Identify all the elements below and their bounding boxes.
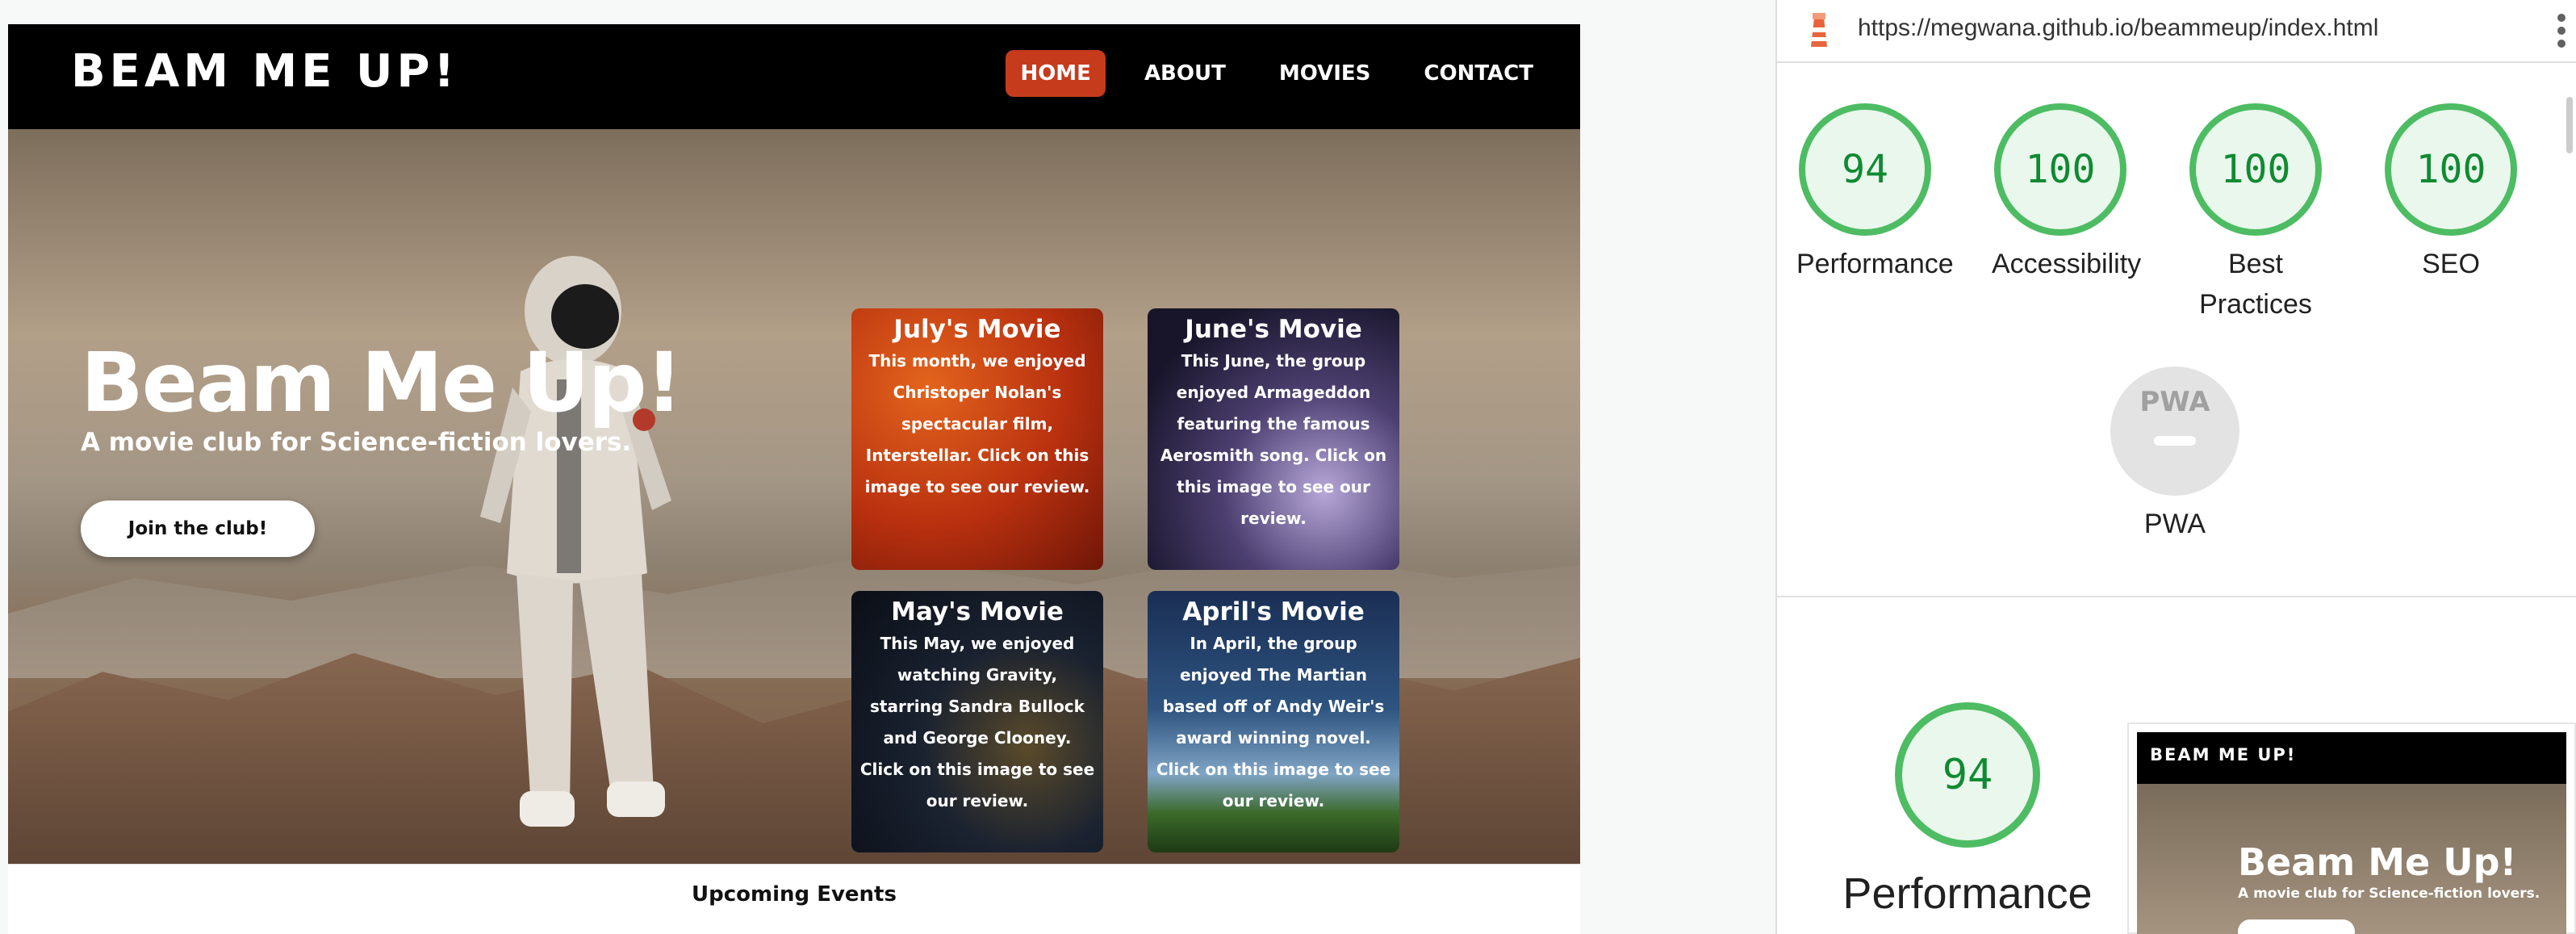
thumb-title: Beam Me Up! [2238, 840, 2517, 884]
panel-scrollbar[interactable] [2566, 97, 2573, 153]
score-pwa[interactable]: PWA PWA [2106, 366, 2244, 544]
card-title: April's Movie [1182, 597, 1365, 626]
join-club-button[interactable]: Join the club! [81, 501, 315, 557]
score-gauge: 100 [1994, 103, 2126, 236]
card-title: July's Movie [893, 315, 1061, 344]
performance-detail-score: 94 Performance [1830, 702, 2105, 919]
score-gauge: 94 [1799, 103, 1931, 236]
nav-about[interactable]: ABOUT [1130, 50, 1240, 97]
card-text: This month, we enjoyed Christoper Nolan'… [864, 351, 1090, 496]
card-title: May's Movie [891, 597, 1064, 626]
score-performance[interactable]: 94 Performance [1796, 103, 1954, 284]
final-screenshot-thumbnail[interactable]: BEAM ME UP! Beam Me Up! A movie club for… [2127, 722, 2576, 934]
thumb-button [2238, 919, 2355, 934]
score-gauge: 100 [2385, 103, 2517, 236]
nav-movies[interactable]: MOVIES [1265, 50, 1386, 97]
upcoming-events-heading: Upcoming Events [8, 864, 1580, 934]
site-brand-logo[interactable]: BEAM ME UP! [71, 45, 458, 98]
score-label: Accessibility [1992, 249, 2142, 279]
thumb-hero: Beam Me Up! A movie club for Science-fic… [2137, 784, 2566, 934]
nav-home[interactable]: HOME [1006, 50, 1106, 97]
thumb-subtitle: A movie club for Science-fiction lovers. [2238, 886, 2540, 902]
performance-heading: Performance [1842, 869, 2093, 918]
score-best-practices[interactable]: 100 Best Practices [2187, 103, 2324, 325]
card-text: This June, the group enjoyed Armageddon … [1160, 351, 1387, 528]
pwa-badge-text: PWA [2139, 386, 2210, 418]
movie-card-july[interactable]: July's Movie This month, we enjoyed Chri… [851, 308, 1103, 570]
hero-title: Beam Me Up! [81, 335, 683, 431]
score-seo[interactable]: 100 SEO [2382, 103, 2520, 284]
card-title: June's Movie [1185, 315, 1362, 344]
movie-card-june[interactable]: June's Movie This June, the group enjoye… [1148, 308, 1399, 570]
score-gauge: 100 [2189, 103, 2322, 236]
thumb-navbar: BEAM ME UP! [2137, 732, 2566, 784]
website-viewport: BEAM ME UP! HOME ABOUT MOVIES CONTACT Be… [8, 24, 1580, 934]
score-accessibility[interactable]: 100 Accessibility [1992, 103, 2142, 284]
lighthouse-icon [1811, 13, 1827, 47]
more-options-icon[interactable] [2555, 11, 2568, 50]
nav-contact[interactable]: CONTACT [1409, 50, 1548, 97]
score-label: Performance [1796, 249, 1954, 279]
astronaut-image [480, 256, 671, 827]
pwa-dash-icon [2154, 436, 2196, 446]
card-text: This May, we enjoyed watching Gravity, s… [859, 634, 1095, 810]
site-navbar: BEAM ME UP! HOME ABOUT MOVIES CONTACT [8, 24, 1580, 129]
score-label: SEO [2422, 249, 2480, 279]
score-gauge-large: 94 [1895, 702, 2040, 848]
hero-subtitle: A movie club for Science-fiction lovers. [81, 428, 632, 457]
pwa-badge: PWA [2110, 366, 2239, 496]
nav-links: HOME ABOUT MOVIES CONTACT [1006, 50, 1548, 97]
audited-url[interactable]: https://megwana.github.io/beammeup/index… [1858, 15, 2378, 42]
card-text: In April, the group enjoyed The Martian … [1156, 634, 1391, 810]
movie-card-may[interactable]: May's Movie This May, we enjoyed watchin… [851, 591, 1103, 852]
score-label: Best Practices [2199, 249, 2312, 320]
hero-section: Beam Me Up! A movie club for Science-fic… [8, 129, 1580, 864]
score-label: PWA [2143, 509, 2206, 539]
section-divider [1777, 596, 2576, 597]
movie-card-april[interactable]: April's Movie In April, the group enjoye… [1148, 591, 1399, 852]
lighthouse-url-bar: https://megwana.github.io/beammeup/index… [1777, 0, 2576, 63]
